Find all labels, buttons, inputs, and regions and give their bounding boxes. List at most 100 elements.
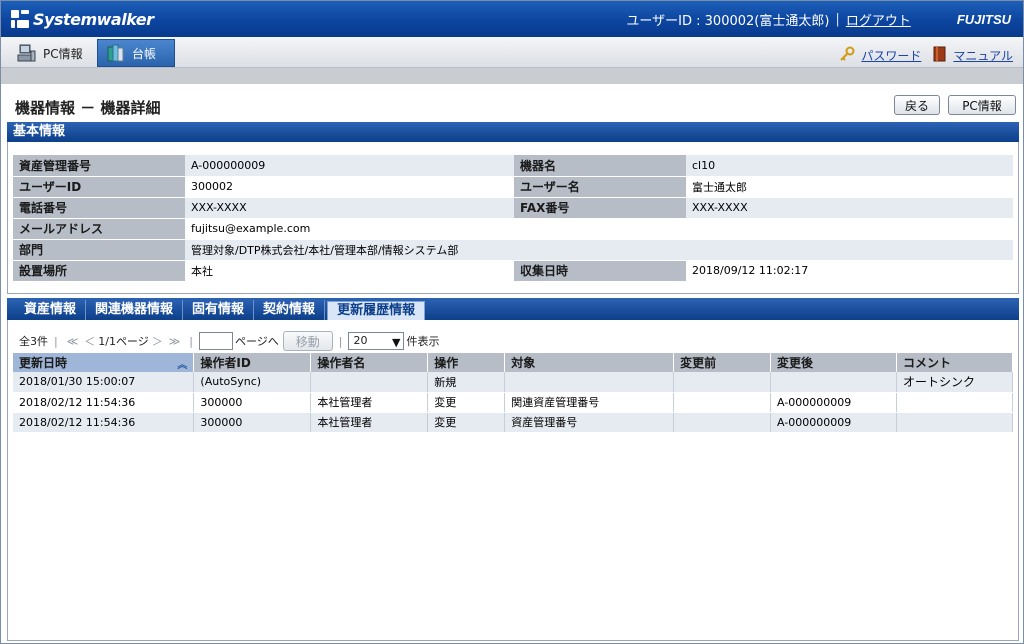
table-cell (673, 412, 772, 433)
basic-info-table: 資産管理番号 A-000000009 機器名 cl10 ユーザーID 30000… (13, 155, 1013, 282)
detail-tab-bar: 資産情報 関連機器情報 固有情報 契約情報 更新履歴情報 (7, 298, 1019, 320)
top-links: パスワード マニュアル (839, 46, 1013, 65)
table-cell: 2018/01/30 15:00:07 (13, 372, 195, 393)
password-link[interactable]: パスワード (861, 47, 921, 64)
last-page-icon[interactable]: ≫ (169, 335, 181, 348)
info-label: 電話番号 (13, 197, 185, 219)
total-count: 全3件 (19, 335, 48, 348)
table-cell: 2018/02/12 11:54:36 (13, 392, 195, 413)
table-cell: オートシンク (896, 372, 1013, 393)
table-cell: 変更 (427, 412, 506, 433)
main-tab-bar: PC情報 台帳 パスワード マニュアル (1, 37, 1023, 68)
table-cell (770, 372, 897, 393)
info-row: 資産管理番号 A-000000009 機器名 cl10 (13, 155, 1013, 177)
column-header-after[interactable]: 変更後 (770, 353, 897, 372)
table-row[interactable]: 2018/01/30 15:00:07 (AutoSync) 新規 オートシンク (13, 372, 1013, 393)
column-header-target[interactable]: 対象 (504, 353, 675, 372)
info-value: 2018/09/12 11:02:17 (686, 260, 1013, 282)
chevron-down-icon: ▼ (391, 336, 401, 349)
tab-ledger[interactable]: 台帳 (97, 39, 175, 67)
tab-label-ledger: 台帳 (132, 46, 157, 61)
tab-contract-info[interactable]: 契約情報 (254, 300, 326, 320)
goto-page-label: ページへ (234, 335, 279, 348)
column-header-comment[interactable]: コメント (896, 353, 1013, 372)
info-label: ユーザー名 (514, 176, 686, 198)
move-button[interactable]: 移動 (282, 331, 333, 351)
column-header-operator-name[interactable]: 操作者名 (310, 353, 429, 372)
info-value: 本社 (185, 260, 514, 282)
tab-asset-info[interactable]: 資産情報 (15, 300, 87, 320)
info-row: 部門 管理対象/DTP株式会社/本社/管理本部/情報システム部 (13, 239, 1013, 261)
pc-info-button[interactable]: PC情報 (948, 95, 1016, 115)
header-user-area: ユーザーID : 300002(富士通太郎) | ログアウト FUJITSU (626, 10, 1011, 29)
page-indicator: 1/1ページ (98, 335, 149, 348)
app-window: Systemwalker ユーザーID : 300002(富士通太郎) | ログ… (0, 0, 1024, 644)
tab-pc-info[interactable]: PC情報 (9, 39, 91, 67)
table-cell: A-000000009 (770, 412, 897, 433)
logo-mark-icon (11, 10, 29, 28)
info-label: 設置場所 (13, 260, 185, 282)
tab-update-history[interactable]: 更新履歴情報 (327, 301, 426, 320)
pager-divider: | (338, 334, 343, 348)
table-row[interactable]: 2018/02/12 11:54:36 300000 本社管理者 変更 資産管理… (13, 412, 1013, 433)
info-value: 管理対象/DTP株式会社/本社/管理本部/情報システム部 (185, 239, 1013, 261)
tab-specific-info[interactable]: 固有情報 (183, 300, 255, 320)
table-cell: A-000000009 (770, 392, 897, 413)
info-label: 資産管理番号 (13, 155, 185, 177)
info-label: 部門 (13, 239, 185, 261)
tab-label-pc-info: PC情報 (43, 46, 83, 61)
info-value: XXX-XXXX (686, 197, 1013, 219)
info-value: A-000000009 (185, 155, 514, 177)
key-icon (839, 46, 855, 65)
table-cell: 関連資産管理番号 (504, 392, 675, 413)
tab-related-devices[interactable]: 関連機器情報 (86, 300, 184, 320)
table-cell (504, 372, 675, 393)
top-header: Systemwalker ユーザーID : 300002(富士通太郎) | ログ… (1, 1, 1023, 37)
page-title: 機器情報 － 機器詳細 (15, 99, 161, 117)
info-row: 電話番号 XXX-XXXX FAX番号 XXX-XXXX (13, 197, 1013, 219)
table-cell: 新規 (427, 372, 506, 393)
table-cell (673, 392, 772, 413)
info-label: ユーザーID (13, 176, 185, 198)
table-cell: 資産管理番号 (504, 412, 675, 433)
basic-info-header: 基本情報 (7, 122, 1019, 142)
sort-ascending-icon: ︽ (177, 360, 188, 371)
per-page-label: 件表示 (406, 335, 440, 348)
info-value: XXX-XXXX (185, 197, 514, 219)
info-label: 機器名 (514, 155, 686, 177)
page-number-input[interactable] (198, 332, 233, 350)
column-header-operation[interactable]: 操作 (427, 353, 506, 372)
table-cell: 300000 (193, 392, 312, 413)
next-page-icon[interactable]: ＞ (152, 333, 163, 349)
column-header-updated-at[interactable]: 更新日時 ︽ (13, 353, 195, 372)
pager-divider: | (54, 334, 58, 348)
history-header-row: 更新日時 ︽ 操作者ID 操作者名 操作 対象 変更前 変更後 コメント (13, 353, 1013, 372)
ledger-icon (106, 43, 126, 63)
back-button[interactable]: 戻る (894, 95, 940, 115)
info-value: 富士通太郎 (686, 176, 1013, 198)
table-cell: (AutoSync) (193, 372, 312, 393)
table-cell (896, 392, 1013, 413)
table-cell: 本社管理者 (310, 412, 429, 433)
pc-icon (17, 43, 37, 63)
manual-link[interactable]: マニュアル (953, 47, 1013, 64)
info-value: 300002 (185, 176, 514, 198)
column-header-operator-id[interactable]: 操作者ID (193, 353, 312, 372)
logo-text: Systemwalker (33, 9, 154, 29)
first-page-icon[interactable]: ≪ (67, 335, 79, 348)
column-header-before[interactable]: 変更前 (673, 353, 772, 372)
column-header-label: 更新日時 (19, 356, 68, 370)
table-cell: 300000 (193, 412, 312, 433)
info-row: 設置場所 本社 収集日時 2018/09/12 11:02:17 (13, 260, 1013, 282)
user-id-label: ユーザーID : 300002(富士通太郎) (626, 14, 830, 29)
table-cell (673, 372, 772, 393)
systemwalker-logo: Systemwalker (11, 8, 154, 30)
info-row: メールアドレス fujitsu@example.com (13, 218, 1013, 240)
info-value: cl10 (686, 155, 1013, 177)
table-row[interactable]: 2018/02/12 11:54:36 300000 本社管理者 変更 関連資産… (13, 392, 1013, 413)
prev-page-icon[interactable]: ＜ (84, 333, 95, 349)
info-label: 収集日時 (514, 260, 686, 282)
logout-link[interactable]: ログアウト (846, 10, 911, 29)
per-page-select[interactable]: 20 ▼ (348, 332, 405, 350)
table-cell (310, 372, 429, 393)
